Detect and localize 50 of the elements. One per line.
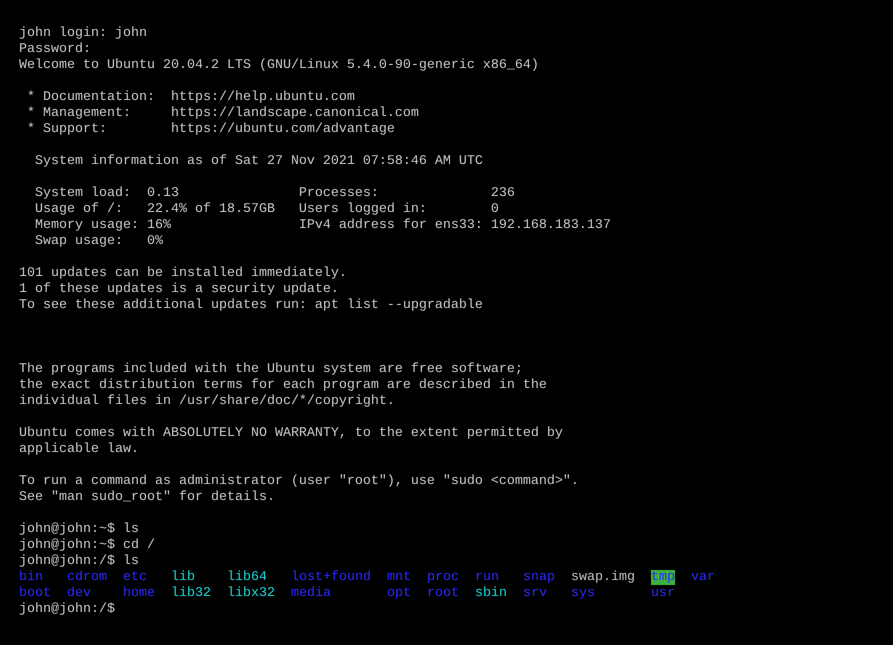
- terminal-line: Memory usage: 16% IPv4 address for ens33: 192.168.183.137: [34, 218, 611, 233]
- terminal-line: john@john:~$ cd /: [19, 538, 155, 553]
- file-listing-entry: var: [690, 570, 715, 585]
- file-listing-entry: lost+found: [291, 570, 371, 585]
- terminal-line: System load: 0.13 Processes: 236: [34, 186, 515, 201]
- file-listing-entry: opt: [386, 586, 411, 601]
- file-listing-entry: etc: [123, 570, 147, 585]
- terminal-line: Usage of /: 22.4% of 18.57GB Users logged in: 0: [34, 202, 499, 217]
- file-listing-entry: run: [474, 570, 499, 585]
- file-listing-entry: lib: [171, 570, 195, 585]
- terminal-line: * Support: https://ubuntu.com/advantage: [26, 122, 395, 137]
- terminal-line: Ubuntu comes with ABSOLUTELY NO WARRANTY, to the extent permitted by: [19, 426, 563, 441]
- file-listing-entry: sbin: [474, 586, 507, 601]
- terminal-line: john@john:/$ ls: [19, 554, 139, 569]
- terminal-line: Swap usage: 0%: [34, 234, 163, 249]
- terminal-line: applicable law.: [19, 442, 139, 457]
- terminal-line: 101 updates can be installed immediately.: [19, 266, 347, 281]
- file-listing-entry: snap: [522, 570, 555, 585]
- file-listing-entry: mnt: [386, 570, 411, 585]
- file-listing-entry: usr: [650, 586, 675, 601]
- terminal-line: See "man sudo_root" for details.: [19, 490, 275, 505]
- file-listing-entry: media: [291, 586, 331, 601]
- file-listing-entry: lib64: [227, 570, 267, 585]
- terminal-line: the exact distribution terms for each program are described in the: [19, 378, 547, 393]
- terminal-line: System information as of Sat 27 Nov 2021 07:58:46 AM UTC: [34, 154, 483, 169]
- terminal-line: Welcome to Ubuntu 20.04.2 LTS (GNU/Linux 5.4.0-90-generic x86_64): [19, 58, 539, 73]
- terminal-line: individual files in /usr/share/doc/*/copyright.: [19, 394, 395, 409]
- file-listing-entry: cdrom: [67, 570, 107, 585]
- file-listing-entry: bin: [19, 570, 43, 585]
- file-listing-entry: dev: [67, 586, 91, 601]
- file-listing-entry: boot: [19, 586, 51, 601]
- file-listing-entry: libx32: [227, 586, 275, 601]
- terminal-line: john@john:~$ ls: [19, 522, 139, 537]
- terminal-line: * Documentation: https://help.ubuntu.com: [26, 90, 355, 105]
- file-listing-entry: home: [123, 586, 155, 601]
- file-listing-entry: swap.img: [570, 570, 635, 585]
- file-listing-entry: root: [426, 586, 459, 601]
- file-listing-entry: proc: [426, 570, 459, 585]
- terminal-line: john login: john: [19, 26, 147, 41]
- file-listing-entry: tmp: [650, 570, 675, 585]
- file-listing-entry: sys: [570, 586, 595, 601]
- file-listing-entry: lib32: [171, 586, 211, 601]
- terminal-line: To run a command as administrator (user "root"), use "sudo <command>".: [19, 474, 579, 489]
- terminal-line: * Management: https://landscape.canonical.com: [26, 106, 419, 121]
- terminal-line: john@john:/$: [19, 602, 115, 617]
- file-listing-entry: srv: [522, 586, 547, 601]
- terminal-line: 1 of these updates is a security update.: [19, 282, 339, 297]
- terminal-line: To see these additional updates run: apt list --upgradable: [19, 298, 483, 313]
- terminal-line: The programs included with the Ubuntu system are free software;: [19, 362, 523, 377]
- terminal-line: Password:: [19, 42, 91, 57]
